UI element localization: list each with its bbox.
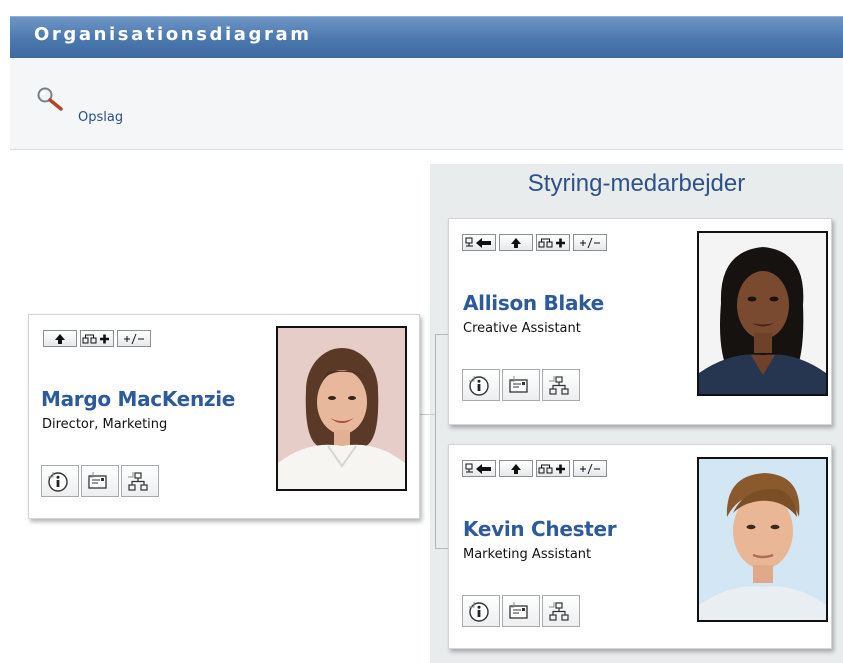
avatar (276, 326, 407, 491)
avatar (697, 231, 828, 396)
org-expand-icon (538, 464, 565, 473)
move-up-button[interactable] (499, 460, 533, 477)
person-card-manager[interactable]: Margo MacKenzie Director, Marketing (28, 314, 420, 519)
card-actions (462, 460, 607, 477)
card-tools (462, 595, 582, 627)
org-chart-button[interactable] (121, 465, 159, 497)
chevron-down-icon (48, 472, 54, 478)
person-card-report[interactable]: Kevin Chester Marketing Assistant (448, 444, 832, 649)
org-chart-button[interactable] (542, 595, 580, 627)
email-button[interactable] (502, 595, 540, 627)
chevron-down-icon (469, 602, 475, 608)
chevron-down-icon (509, 602, 515, 608)
move-up-button[interactable] (43, 330, 77, 347)
card-tools (462, 369, 582, 401)
avatar (697, 457, 828, 622)
chevron-down-icon (509, 376, 515, 382)
plus-minus-icon (124, 333, 144, 344)
org-chart-button[interactable] (542, 369, 580, 401)
person-name[interactable]: Kevin Chester (463, 517, 617, 541)
connector-line (420, 414, 435, 415)
group-title: Styring-medarbejder (527, 170, 746, 197)
org-expand-icon (538, 238, 565, 247)
chevron-down-icon (549, 376, 555, 382)
chevron-down-icon (88, 472, 94, 478)
arrow-up-icon (511, 463, 521, 474)
connector-line (435, 548, 449, 549)
card-tools (41, 465, 161, 497)
connector-line (435, 334, 449, 335)
card-actions (43, 330, 151, 347)
person-title: Marketing Assistant (463, 547, 592, 562)
move-up-button[interactable] (499, 234, 533, 251)
person-name[interactable]: Margo MacKenzie (41, 387, 235, 411)
chevron-down-icon (128, 472, 134, 478)
arrow-up-icon (511, 237, 521, 248)
back-to-manager-button[interactable] (462, 234, 496, 251)
connector-line (435, 334, 436, 548)
show-subordinates-button[interactable] (80, 330, 114, 347)
person-card-report[interactable]: Allison Blake Creative Assistant (448, 218, 832, 425)
chevron-down-icon (469, 376, 475, 382)
chevron-down-icon (549, 602, 555, 608)
email-button[interactable] (502, 369, 540, 401)
info-button[interactable] (462, 595, 500, 627)
toolbar: Opslag (10, 58, 843, 150)
portlet-header: Organisationsdiagram (10, 16, 843, 58)
org-back-icon (465, 237, 491, 248)
plus-minus-icon (580, 463, 600, 474)
toggle-button[interactable] (117, 330, 151, 347)
plus-minus-icon (580, 237, 600, 248)
info-button[interactable] (41, 465, 79, 497)
arrow-up-icon (55, 333, 65, 344)
show-subordinates-button[interactable] (536, 234, 570, 251)
info-button[interactable] (462, 369, 500, 401)
person-title: Director, Marketing (42, 417, 168, 432)
lookup-link[interactable]: Opslag (78, 110, 123, 125)
toggle-button[interactable] (573, 460, 607, 477)
org-expand-icon (82, 334, 109, 343)
org-back-icon (465, 463, 491, 474)
page-title: Organisationsdiagram (34, 24, 312, 45)
card-actions (462, 234, 607, 251)
magnifier-icon[interactable] (36, 86, 64, 112)
person-name[interactable]: Allison Blake (463, 291, 604, 315)
back-to-manager-button[interactable] (462, 460, 496, 477)
toggle-button[interactable] (573, 234, 607, 251)
person-title: Creative Assistant (463, 321, 581, 336)
org-chart-page: Organisationsdiagram Opslag Styring-meda… (0, 0, 843, 663)
show-subordinates-button[interactable] (536, 460, 570, 477)
email-button[interactable] (81, 465, 119, 497)
